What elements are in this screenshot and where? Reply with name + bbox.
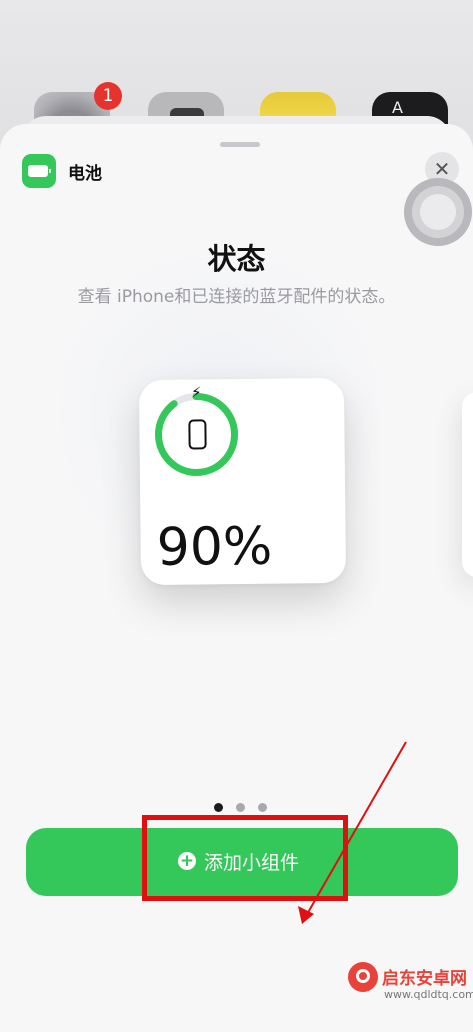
watermark-url: www.qdldtq.com bbox=[384, 988, 473, 1001]
annotation-arrow bbox=[298, 741, 407, 924]
watermark-name: 启东安卓网 bbox=[382, 969, 467, 989]
watermark: 启东安卓网 www.qdldtq.com bbox=[344, 890, 473, 1032]
annotation-arrow-head bbox=[298, 906, 314, 924]
watermark-logo-icon bbox=[348, 962, 378, 992]
